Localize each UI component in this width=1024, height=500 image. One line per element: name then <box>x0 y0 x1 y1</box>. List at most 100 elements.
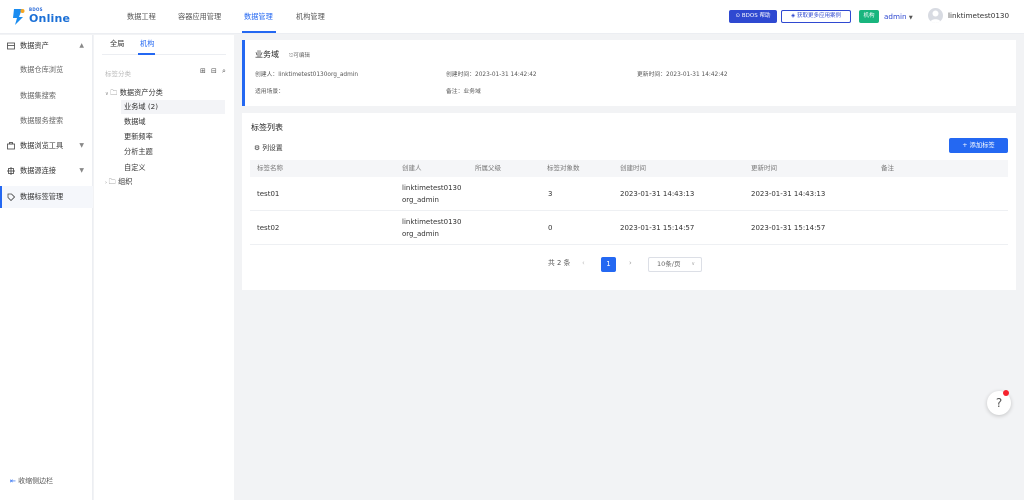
sidebar-item-tag-management[interactable]: 数据标签管理 <box>0 186 93 208</box>
logo[interactable]: BDOS Online <box>10 7 76 27</box>
tree-node-analysis-topic[interactable]: 分析主题 <box>124 145 153 159</box>
nav-data-management[interactable]: 数据管理 <box>244 0 273 34</box>
caret-down-icon: ▼ <box>908 15 913 21</box>
bdos-help-button[interactable]: ⊙ BDOS 帮助 <box>729 10 777 23</box>
creator-line-1: linktimetest0130 <box>402 218 462 226</box>
admin-dropdown[interactable]: admin ▼ <box>884 10 913 23</box>
get-cases-label: 获取更多应用案例 <box>796 13 841 19</box>
column-settings-label: 列设置 <box>262 144 283 152</box>
tree-node-label: 组织 <box>118 177 133 186</box>
tree-node-root[interactable]: ∨ 🗀 数据资产分类 <box>105 86 163 100</box>
admin-label: admin <box>884 12 907 21</box>
nav-active-indicator <box>242 31 276 33</box>
sidebar-item-dataset-search[interactable]: 数据集搜索 <box>0 85 93 107</box>
tree-node-data-domain[interactable]: 数据域 <box>124 115 146 129</box>
table-row[interactable]: test02 linktimetest0130 org_admin 0 2023-… <box>250 212 1008 245</box>
scene-label: 适用场景： <box>255 89 284 95</box>
avatar[interactable] <box>928 8 943 23</box>
tree-node-update-frequency[interactable]: 更新频率 <box>124 130 153 144</box>
page-size-value: 10条/页 <box>657 260 681 268</box>
org-tag: 机构 <box>859 10 879 23</box>
pagination-next-icon[interactable]: › <box>629 256 632 271</box>
updated-label: 更新时间： <box>637 72 666 78</box>
list-title: 标签列表 <box>251 123 283 132</box>
tree-node-custom[interactable]: 自定义 <box>124 161 146 175</box>
search-icon[interactable]: ⌕ <box>222 67 226 76</box>
tag-list-card: 标签列表 ⚙ 列设置 + 添加标签 标签名称 创建人 所属父级 标签对象数 创建… <box>242 113 1016 290</box>
cell-updated-time: 2023-01-31 15:14:57 <box>751 224 826 232</box>
tree-search-input[interactable]: 标签分类 <box>105 68 131 78</box>
updated-field: 更新时间：2023-01-31 14:42:42 <box>637 69 728 78</box>
creator-label: 创建人： <box>255 72 279 78</box>
sidebar-item-label: 数据服务搜索 <box>20 116 64 125</box>
tab-active-indicator <box>138 53 155 55</box>
page-size-select[interactable]: 10条/页 ∨ <box>648 257 702 272</box>
nav-data-engineering[interactable]: 数据工程 <box>127 0 156 34</box>
chevron-up-icon: ▲ <box>79 42 84 49</box>
tab-divider <box>102 54 226 55</box>
cell-object-count: 3 <box>548 190 553 198</box>
category-detail-card: 业务域 ⎋可编辑 创建人：linktimetest0130org_admin 创… <box>242 40 1016 106</box>
th-creator: 创建人 <box>402 164 422 172</box>
th-object-count: 标签对象数 <box>547 164 580 172</box>
creator-line-1: linktimetest0130 <box>402 184 462 192</box>
table-row[interactable]: test01 linktimetest0130 org_admin 3 2023-… <box>250 178 1008 211</box>
editable-badge: ⎋可编辑 <box>289 51 310 60</box>
category-title: 业务域 <box>255 50 279 59</box>
sidebar-item-label: 数据资产 <box>20 41 49 50</box>
folder-icon: 🗀 <box>108 177 119 186</box>
get-cases-button[interactable]: ◈ 获取更多应用案例 <box>781 10 851 23</box>
creator-line-2: org_admin <box>402 196 439 204</box>
updated-value: 2023-01-31 14:42:42 <box>666 72 728 78</box>
cell-created-time: 2023-01-31 14:43:13 <box>620 190 695 198</box>
nav-container-apps[interactable]: 容器应用管理 <box>178 0 221 34</box>
tag-icon <box>7 193 15 201</box>
tree-node-business-domain[interactable]: 业务域 (2) <box>121 100 225 114</box>
import-icon[interactable]: ⊟ <box>211 67 217 75</box>
user-icon <box>930 10 941 23</box>
sidebar-item-label: 数据浏览工具 <box>20 141 64 150</box>
cell-creator: linktimetest0130 org_admin <box>402 216 461 240</box>
sidebar-item-browse-tools[interactable]: 数据浏览工具 ▼ <box>0 135 93 157</box>
th-created-time: 创建时间 <box>620 164 646 172</box>
collapse-sidebar-button[interactable]: ⇤ 收缩侧边栏 <box>10 476 53 486</box>
tree-node-label: 数据资产分类 <box>119 88 163 97</box>
collapse-icon: ⇤ <box>10 477 19 485</box>
th-updated-time: 更新时间 <box>751 164 777 172</box>
user-name[interactable]: linktimetest0130 <box>948 9 1009 22</box>
pagination-prev-icon[interactable]: ‹ <box>582 256 585 271</box>
sidebar-item-data-assets[interactable]: 数据资产 ▲ <box>0 35 93 57</box>
pagination-page-1[interactable]: 1 <box>601 257 616 272</box>
toolbox-icon <box>7 142 15 150</box>
remark-label: 备注： <box>446 89 464 95</box>
cell-tag-name: test01 <box>257 190 280 198</box>
creator-value: linktimetest0130org_admin <box>278 72 359 78</box>
folder-open-icon: 🗀 <box>110 88 120 97</box>
tab-org[interactable]: 机构 <box>140 39 154 49</box>
sidebar-item-service-search[interactable]: 数据服务搜索 <box>0 110 93 132</box>
sidebar-item-label: 数据标签管理 <box>20 192 64 201</box>
add-tag-button[interactable]: + 添加标签 <box>949 138 1008 153</box>
column-settings-button[interactable]: ⚙ 列设置 <box>254 142 283 152</box>
table-header: 标签名称 创建人 所属父级 标签对象数 创建时间 更新时间 备注 <box>250 160 1008 177</box>
notification-dot <box>1003 390 1009 396</box>
sidebar-item-label: 数据源连接 <box>20 166 56 175</box>
sidebar-item-label: 数据集搜索 <box>20 91 56 100</box>
sidebar: 数据资产 ▲ 数据仓库浏览 数据集搜索 数据服务搜索 数据浏览工具 ▼ 数据源连… <box>0 35 93 500</box>
cell-updated-time: 2023-01-31 14:43:13 <box>751 190 826 198</box>
nav-org-management[interactable]: 机构管理 <box>296 0 325 34</box>
cell-object-count: 0 <box>548 224 553 232</box>
chevron-down-icon: ∨ <box>691 261 695 267</box>
logo-text: Online <box>29 12 71 25</box>
sidebar-item-datasource[interactable]: 数据源连接 ▼ <box>0 160 93 182</box>
scene-field: 适用场景： <box>255 86 284 95</box>
remark-value: 业务域 <box>463 89 481 95</box>
remark-field: 备注：业务域 <box>446 86 481 95</box>
creator-line-2: org_admin <box>402 230 439 238</box>
cell-creator: linktimetest0130 org_admin <box>402 182 461 206</box>
add-category-icon[interactable]: ⊞ <box>200 67 206 75</box>
tree-node-org[interactable]: › 🗀 组织 <box>105 175 132 189</box>
sidebar-item-warehouse[interactable]: 数据仓库浏览 <box>0 59 93 81</box>
collapse-label: 收缩侧边栏 <box>18 477 54 485</box>
tab-global[interactable]: 全局 <box>110 39 124 49</box>
